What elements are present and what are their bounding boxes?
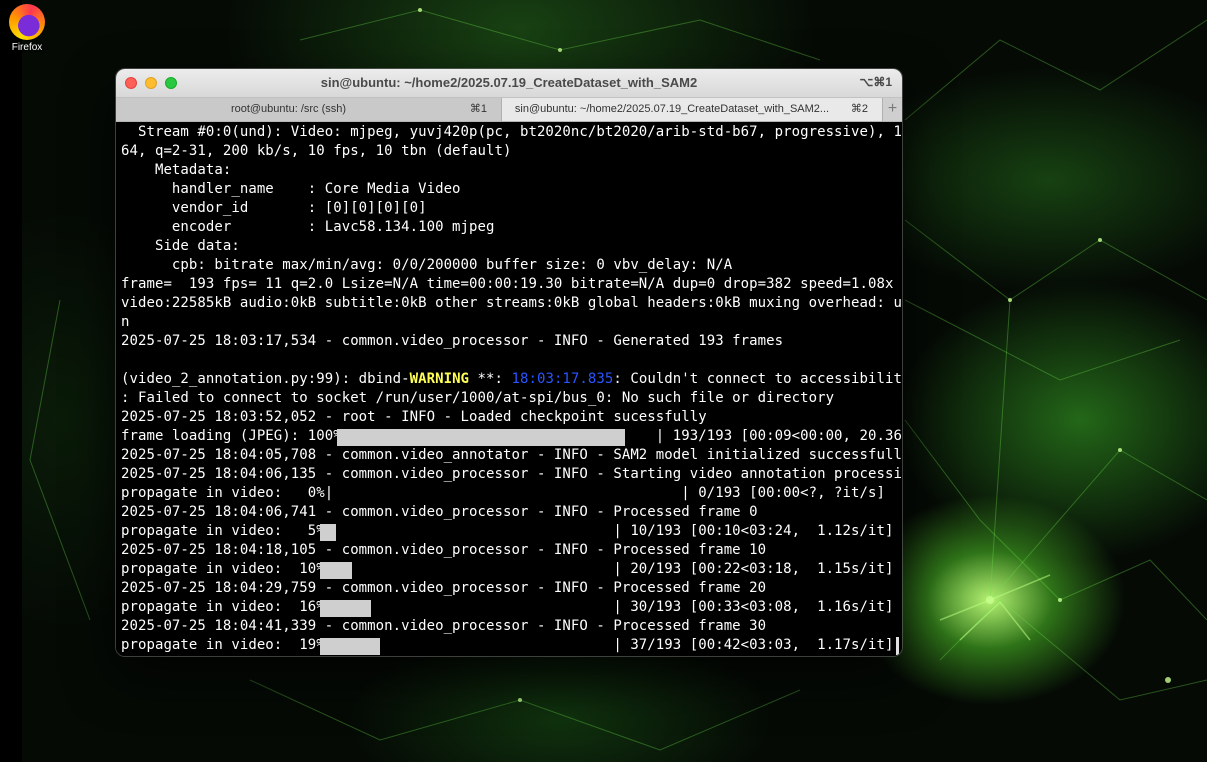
terminal-line: Stream #0:0(und): Video: mjpeg, yuvj420p… bbox=[121, 124, 902, 140]
progress-line-propagate: propagate in video: 5%| | 10/193 [00:10<… bbox=[121, 523, 894, 539]
tab-shortcut: ⌘1 bbox=[469, 103, 487, 115]
tab-label: sin@ubuntu: ~/home2/2025.07.19_CreateDat… bbox=[514, 103, 830, 115]
tab-bar: root@ubuntu: /src (ssh) ⌘1 sin@ubuntu: ~… bbox=[116, 98, 902, 122]
terminal-line: 64, q=2-31, 200 kb/s, 10 fps, 10 tbn (de… bbox=[121, 143, 512, 159]
warning-level: WARNING bbox=[409, 371, 470, 387]
window-title: sin@ubuntu: ~/home2/2025.07.19_CreateDat… bbox=[320, 75, 698, 90]
terminal-line: : Failed to connect to socket /run/user/… bbox=[121, 390, 835, 406]
warning-timestamp: 18:03:17.835 bbox=[511, 371, 614, 387]
terminal-line: 2025-07-25 18:04:05,708 - common.video_a… bbox=[121, 447, 902, 463]
progress-line-propagate: propagate in video: 19%| | 37/193 [00:42… bbox=[121, 637, 894, 653]
warning-middle: **: bbox=[469, 371, 512, 387]
terminal-line: Side data: bbox=[121, 238, 240, 254]
terminal-line: encoder : Lavc58.134.100 mjpeg bbox=[121, 219, 495, 235]
warning-prefix: (video_2_annotation.py:99): dbind- bbox=[121, 371, 410, 387]
tab-local-session[interactable]: sin@ubuntu: ~/home2/2025.07.19_CreateDat… bbox=[502, 98, 882, 121]
progress-bar-fill bbox=[320, 524, 336, 541]
progress-bar-fill bbox=[320, 600, 371, 617]
warning-line: (video_2_annotation.py:99): dbind-WARNIN… bbox=[121, 370, 902, 389]
terminal-line: 2025-07-25 18:03:17,534 - common.video_p… bbox=[121, 333, 784, 349]
warning-suffix: : Couldn't connect to accessibility bus bbox=[613, 371, 902, 387]
progress-bar-fill bbox=[337, 429, 625, 446]
tab-label: root@ubuntu: /src (ssh) bbox=[230, 103, 347, 115]
progress-line-propagate: propagate in video: 0%| | 0/193 [00:00<?… bbox=[121, 485, 885, 501]
terminal-line: Metadata: bbox=[121, 162, 232, 178]
progress-bar-fill bbox=[320, 562, 352, 579]
progress-line-propagate: propagate in video: 10%| | 20/193 [00:22… bbox=[121, 561, 894, 577]
terminal-line: n bbox=[121, 314, 130, 330]
tab-ssh-session[interactable]: root@ubuntu: /src (ssh) ⌘1 bbox=[116, 98, 502, 121]
tab-shortcut: ⌘2 bbox=[850, 103, 868, 115]
progress-bar-fill bbox=[320, 638, 380, 655]
terminal-output[interactable]: Stream #0:0(und): Video: mjpeg, yuvj420p… bbox=[116, 122, 902, 656]
terminal-line: cpb: bitrate max/min/avg: 0/0/200000 buf… bbox=[121, 257, 733, 273]
window-titlebar[interactable]: sin@ubuntu: ~/home2/2025.07.19_CreateDat… bbox=[116, 69, 902, 98]
terminal-line: vendor_id : [0][0][0][0] bbox=[121, 200, 427, 216]
new-tab-button[interactable]: + bbox=[882, 98, 902, 121]
terminal-line: 2025-07-25 18:03:52,052 - root - INFO - … bbox=[121, 409, 707, 425]
terminal-line: video:22585kB audio:0kB subtitle:0kB oth… bbox=[121, 295, 902, 311]
terminal-line: frame= 193 fps= 11 q=2.0 Lsize=N/A time=… bbox=[121, 276, 894, 292]
screen-edge bbox=[0, 0, 22, 762]
firefox-icon-label: Firefox bbox=[11, 42, 43, 53]
progress-line-propagate: propagate in video: 16%| | 30/193 [00:33… bbox=[121, 599, 894, 615]
terminal-line: 2025-07-25 18:04:29,759 - common.video_p… bbox=[121, 580, 767, 596]
terminal-line: handler_name : Core Media Video bbox=[121, 181, 461, 197]
terminal-line: 2025-07-25 18:04:06,135 - common.video_p… bbox=[121, 466, 902, 482]
firefox-desktop-icon[interactable]: Firefox bbox=[6, 4, 48, 53]
terminal-cursor bbox=[896, 637, 899, 655]
terminal-line: 2025-07-25 18:04:41,339 - common.video_p… bbox=[121, 618, 767, 634]
firefox-icon[interactable] bbox=[9, 4, 45, 40]
terminal-line: 2025-07-25 18:04:06,741 - common.video_p… bbox=[121, 504, 758, 520]
terminal-window: sin@ubuntu: ~/home2/2025.07.19_CreateDat… bbox=[116, 69, 902, 656]
window-shortcut: ⌥⌘1 bbox=[859, 75, 892, 89]
terminal-line: 2025-07-25 18:04:18,105 - common.video_p… bbox=[121, 542, 767, 558]
